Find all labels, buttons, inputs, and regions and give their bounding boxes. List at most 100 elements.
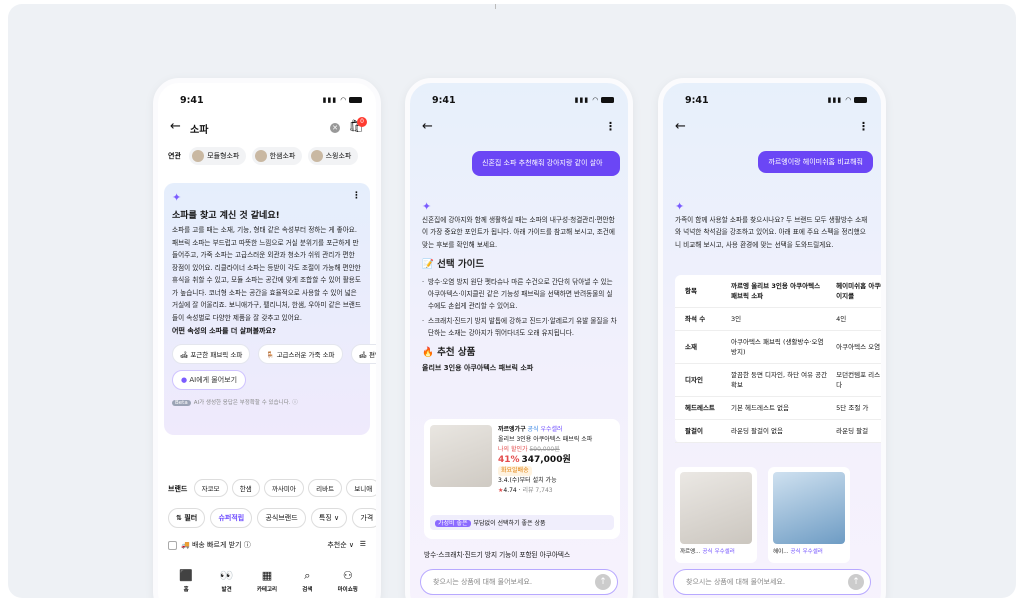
product-image bbox=[773, 472, 846, 544]
tab-category[interactable]: ▦ 카테고리 bbox=[250, 569, 284, 598]
product-thumb[interactable]: 헤이... 공식 우수셀러 bbox=[768, 467, 851, 563]
ai-answer-text: 가족이 함께 사용할 소파를 찾으시나요? 두 브랜드 모두 생활방수 소재와 … bbox=[675, 215, 868, 249]
send-arrow-icon[interactable]: ↑ bbox=[595, 574, 611, 590]
product-image bbox=[430, 425, 492, 487]
guide-item: 방수·오염 방지 원단 펫타슈나 마른 수건으로 간단히 닦아낼 수 있는 아쿠… bbox=[422, 276, 618, 312]
chat-input[interactable]: 찾으시는 상품에 대해 물어보세요. ↑ bbox=[420, 569, 618, 595]
table-row: 디자인깔끔한 둥면 디자인, 하단 여유 공간 확보모던컨템포 리스 스틸 다 bbox=[675, 363, 881, 397]
table-row: 좌석 수 3인 4인 bbox=[675, 307, 881, 331]
guide-list: 방수·오염 방지 원단 펫타슈나 마른 수건으로 간단히 닦아낼 수 있는 아쿠… bbox=[422, 276, 618, 339]
person-icon: ⚇ bbox=[342, 569, 353, 582]
back-arrow-icon[interactable]: ← bbox=[675, 119, 686, 134]
send-arrow-icon[interactable]: ↑ bbox=[848, 574, 864, 590]
tab-search[interactable]: ⌕ 검색 bbox=[290, 569, 324, 598]
cart-icon[interactable]: 🛍 0 bbox=[349, 117, 367, 133]
tab-my-shopping[interactable]: ⚇ 마이쇼핑 bbox=[331, 569, 365, 598]
tab-discover[interactable]: 👀 발견 bbox=[210, 569, 244, 598]
chat-header: ← ⋮ bbox=[673, 117, 871, 141]
back-arrow-icon[interactable]: ← bbox=[422, 119, 433, 134]
tab-home[interactable]: ⬛ 홈 bbox=[169, 569, 203, 598]
product-name: 올리브 3인용 아쿠아텍스 패브릭 소파 bbox=[498, 436, 593, 443]
suggestion-chip[interactable]: 🛋 편안 bbox=[350, 344, 376, 364]
signal-wifi-battery-icon: ▮▮▮ ◠ bbox=[828, 96, 867, 104]
search-header: ← 소파 ✕ 🛍 0 bbox=[168, 117, 367, 141]
product-thumb[interactable]: 까르엥... 공식 우수셀러 bbox=[675, 467, 757, 563]
answer-tail-text: 방수·스크래치·진드기 방지 기능이 포함된 아쿠아텍스 bbox=[424, 551, 571, 559]
ai-body: 소파를 고를 때는 소재, 기능, 형태 같은 속성부터 정하는 게 좋아요. … bbox=[172, 226, 361, 322]
brand-filter-row: 브랜드 자코모 한샘 까사미아 리바트 보니애 bbox=[168, 479, 376, 497]
status-time: 9:41 bbox=[180, 95, 204, 106]
bottom-tab-bar: ⬛ 홈 👀 발견 ▦ 카테고리 ⌕ 검색 ⚇ 마이쇼핑 bbox=[158, 569, 376, 598]
guide-title: 📝 선택 가이드 bbox=[422, 259, 485, 270]
product-thumbnails: 까르엥... 공식 우수셀러 헤이... 공식 우수셀러 bbox=[675, 467, 856, 563]
showcase-canvas: 9:41 ▮▮▮ ◠ ← 소파 ✕ 🛍 0 연관 모듈형소파 한샘소파 스윙소파 … bbox=[8, 4, 1016, 598]
clear-search-icon[interactable]: ✕ bbox=[330, 123, 340, 133]
table-header-row: 항목 까르엥 올리브 3인용 아쿠아텍스 패브릭 소파 헤이미쉬홈 아쿠아텍스 … bbox=[675, 275, 881, 308]
eyes-icon: 👀 bbox=[219, 569, 234, 582]
ai-question: 어떤 속성의 소파를 더 살펴볼까요? bbox=[172, 327, 276, 335]
more-options-icon[interactable]: ⋮ bbox=[605, 120, 616, 133]
search-icon: ⌕ bbox=[304, 569, 311, 582]
status-time: 9:41 bbox=[432, 95, 456, 106]
status-bar: 9:41 ▮▮▮ ◠ bbox=[410, 83, 628, 113]
home-icon: ⬛ bbox=[179, 569, 194, 582]
suggestion-chip[interactable]: 🪑 고급스러운 가죽 소파 bbox=[258, 344, 343, 364]
brand-chip[interactable]: 한샘 bbox=[231, 479, 260, 497]
more-options-icon[interactable]: ⋮ bbox=[858, 120, 869, 133]
related-chip[interactable]: 한샘소파 bbox=[251, 147, 303, 165]
ai-answer-text: 신혼집에 강아지와 함께 생활하실 때는 소파의 내구성·청결관리·편안함이 가… bbox=[422, 215, 615, 249]
ai-suggestion-chips: 🛋 포근한 패브릭 소파 🪑 고급스러운 가죽 소파 🛋 편안 bbox=[172, 342, 376, 364]
rocket-checkbox[interactable] bbox=[168, 540, 177, 550]
rocket-delivery-icon: 🚚 bbox=[181, 541, 190, 549]
options-row: 🚚 배송 빠르게 받기 ⓘ 추천순 ∨ ☰ bbox=[168, 540, 366, 550]
ai-title: 소파를 찾고 계신 것 같네요! bbox=[172, 211, 280, 221]
table-row: 소재아쿠아텍스 패브릭 (생활방수·오염 방지)아쿠아텍스 오염 방지 bbox=[675, 330, 881, 364]
status-time: 9:41 bbox=[685, 95, 709, 106]
divider-tick bbox=[495, 4, 496, 9]
signal-wifi-battery-icon: ▮▮▮ ◠ bbox=[575, 96, 614, 104]
sofa-thumb-icon bbox=[254, 150, 267, 162]
ai-answer: ✦ 가족이 함께 사용할 소파를 찾으시나요? 두 브랜드 모두 생활방수 소재… bbox=[675, 200, 871, 251]
filter-row: ⇅ 필터 슈퍼적립 공식브랜드 특징 ∨ 가격 bbox=[168, 508, 376, 528]
filter-chip[interactable]: 슈퍼적립 bbox=[210, 508, 253, 528]
search-query[interactable]: 소파 bbox=[190, 121, 208, 136]
brand-label: 브랜드 bbox=[168, 485, 188, 493]
sort-dropdown[interactable]: 추천순 ∨ bbox=[327, 540, 354, 550]
product-image bbox=[680, 472, 752, 544]
brand-chip[interactable]: 리바트 bbox=[308, 479, 343, 497]
phone-ai-chat-compare: 9:41 ▮▮▮ ◠ ← ⋮ 까르엥이랑 헤이미쉬홈 비교해줘 ✦ 가족이 함께… bbox=[658, 78, 886, 598]
filter-chip[interactable]: 특징 ∨ bbox=[310, 508, 348, 528]
filter-chip[interactable]: 가격 bbox=[352, 508, 376, 528]
user-message-bubble: 까르엥이랑 헤이미쉬홈 비교해줘 bbox=[758, 151, 873, 173]
related-chip[interactable]: 스윙소파 bbox=[307, 147, 359, 165]
delivery-badge: 화요일배송 bbox=[498, 466, 532, 476]
brand-chip[interactable]: 까사미아 bbox=[263, 479, 304, 497]
product-card[interactable]: 까르엥가구 공식 우수셀러 올리브 3인용 아쿠아텍스 패브릭 소파 나의 할인… bbox=[424, 419, 620, 539]
related-label: 연관 bbox=[168, 152, 181, 160]
ai-summary-card: ✦ ⋮ 소파를 찾고 계신 것 같네요! 소파를 고를 때는 소재, 기능, 형… bbox=[164, 183, 376, 435]
comparison-table: 항목 까르엥 올리브 3인용 아쿠아텍스 패브릭 소파 헤이미쉬홈 아쿠아텍스 … bbox=[675, 275, 881, 443]
brand-chip[interactable]: 자코모 bbox=[193, 479, 228, 497]
table-row: 팔걸이 라운딩 팔걸이 없음 라운딩 팔걸 bbox=[675, 419, 881, 443]
ai-sparkle-icon: ✦ bbox=[422, 200, 432, 213]
chat-input[interactable]: 찾으시는 상품에 대해 물어보세요. ↑ bbox=[673, 569, 871, 595]
suggestion-chip[interactable]: 🛋 포근한 패브릭 소파 bbox=[172, 344, 251, 364]
guide-item: 스크래치·진드기 방지 발톱에 강하고 진드기·알레르기 유발 물질을 차단하는… bbox=[422, 315, 618, 339]
related-chip[interactable]: 모듈형소파 bbox=[189, 147, 247, 165]
back-arrow-icon[interactable]: ← bbox=[170, 119, 181, 134]
brand-chip[interactable]: 보니애 bbox=[346, 479, 376, 497]
grid-icon: ▦ bbox=[261, 569, 273, 582]
ask-ai-button[interactable]: ● AI에게 물어보기 bbox=[172, 370, 247, 390]
beta-notice: Beta AI가 생성한 응답은 부정확할 수 있습니다. ⓘ bbox=[172, 398, 362, 406]
filter-chip[interactable]: 공식브랜드 bbox=[257, 508, 306, 528]
list-view-icon[interactable]: ☰ bbox=[360, 540, 366, 548]
rocket-label: 배송 빠르게 받기 bbox=[191, 541, 242, 549]
more-options-icon[interactable]: ⋮ bbox=[352, 191, 361, 201]
table-row: 헤드레스트 기본 헤드레스트 없음 5단 조절 가 bbox=[675, 396, 881, 420]
cart-badge: 0 bbox=[357, 117, 367, 127]
filter-button[interactable]: ⇅ 필터 bbox=[168, 508, 206, 528]
sofa-thumb-icon bbox=[310, 150, 323, 162]
product-info: 까르엥가구 공식 우수셀러 올리브 3인용 아쿠아텍스 패브릭 소파 나의 할인… bbox=[498, 425, 616, 496]
recommend-product-heading: 올리브 3인용 아쿠아텍스 패브릭 소파 bbox=[422, 364, 534, 372]
ai-sparkle-icon: ✦ bbox=[172, 191, 182, 204]
